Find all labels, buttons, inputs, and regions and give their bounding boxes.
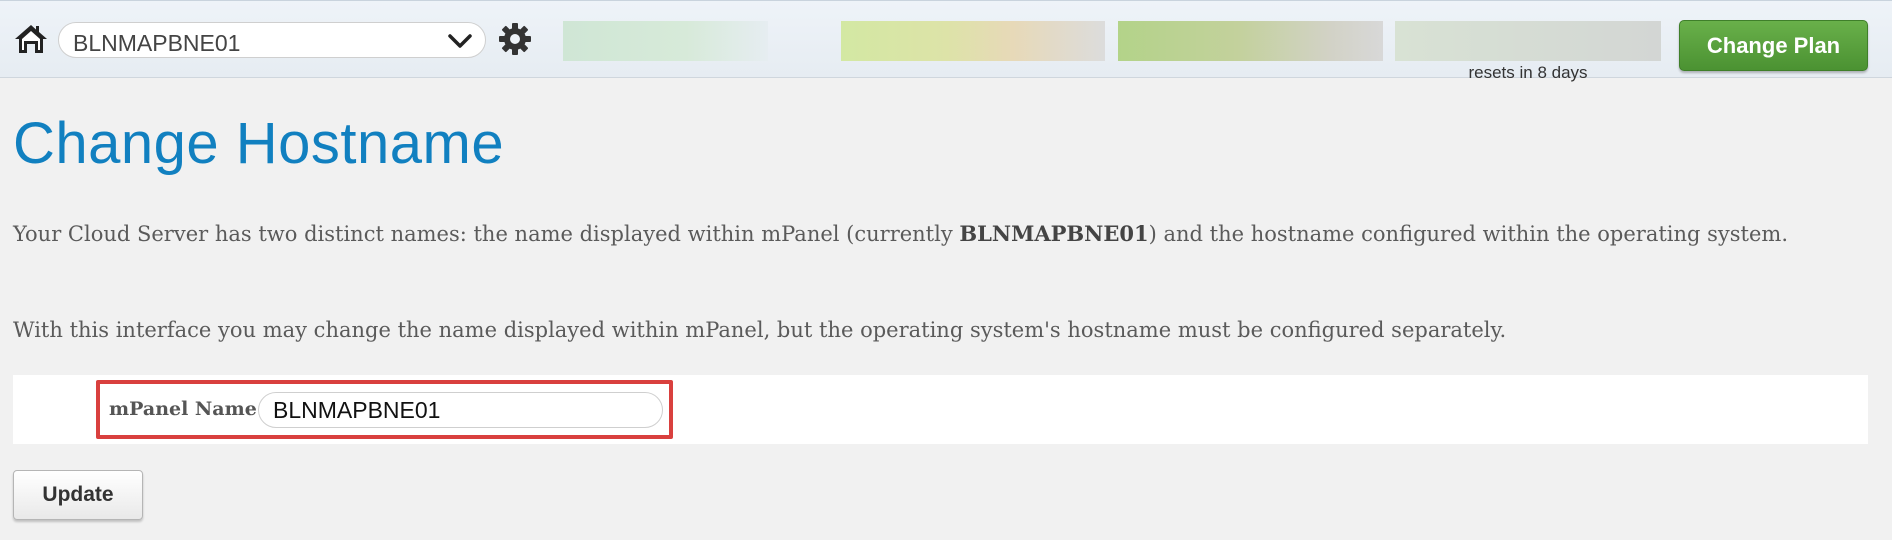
page-title: Change Hostname: [13, 111, 505, 176]
gear-icon[interactable]: [497, 21, 533, 57]
top-bar: BLNMAPBNE01 resets in 8 days Change Plan: [0, 0, 1892, 82]
usage-bar-2: [841, 21, 1105, 61]
description-paragraph-2: With this interface you may change the n…: [13, 318, 1507, 342]
current-server-name: BLNMAPBNE01: [959, 221, 1149, 246]
usage-bar-4: [1395, 21, 1661, 61]
chevron-down-icon: [447, 32, 473, 50]
description-paragraph-1: Your Cloud Server has two distinct names…: [13, 215, 1853, 253]
home-icon[interactable]: [14, 23, 48, 55]
resets-label: resets in 8 days: [1468, 63, 1588, 82]
description-text: Your Cloud Server has two distinct names…: [13, 222, 960, 246]
update-button[interactable]: Update: [13, 470, 143, 520]
server-select-value: BLNMAPBNE01: [73, 30, 241, 56]
usage-bar-1: [563, 21, 768, 61]
description-text: ) and the hostname configured within the…: [1148, 222, 1789, 246]
mpanel-name-input[interactable]: [258, 392, 663, 428]
change-plan-button[interactable]: Change Plan: [1679, 20, 1868, 71]
usage-bar-3: [1118, 21, 1383, 61]
mpanel-name-label: mPanel Name:: [109, 398, 264, 420]
server-select[interactable]: BLNMAPBNE01: [58, 22, 486, 58]
